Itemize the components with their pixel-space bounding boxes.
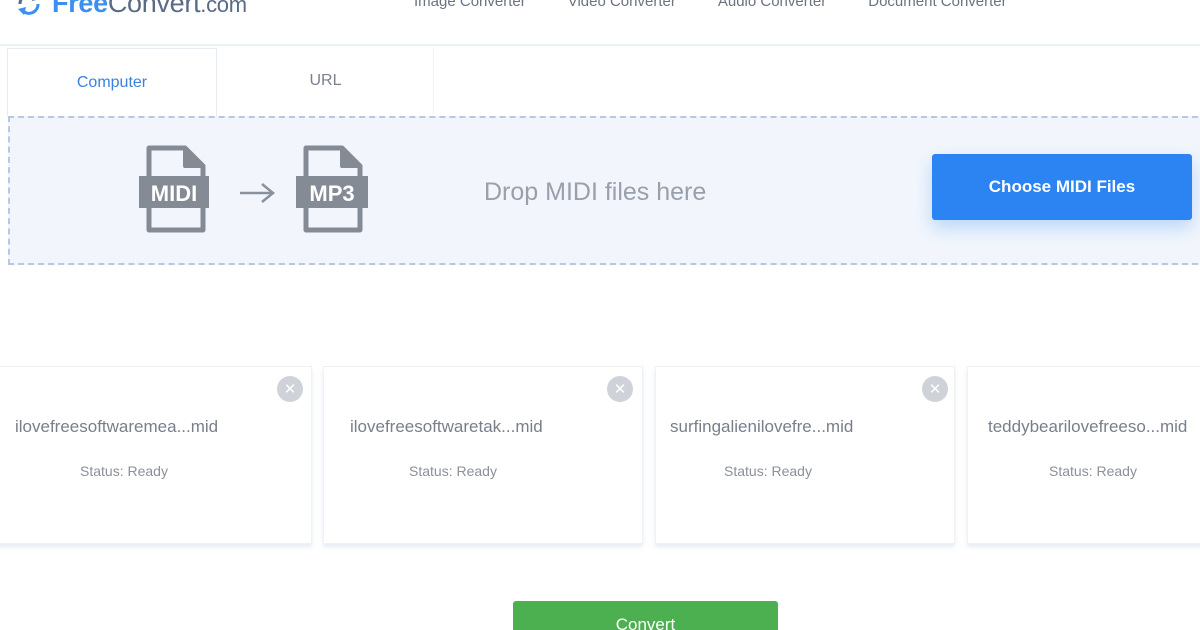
- convert-cycle-icon: [18, 0, 40, 15]
- mp3-file-icon: MP3: [296, 145, 368, 233]
- file-name: ilovefreesoftwaremea...mid: [15, 417, 219, 436]
- file-card: ilovefreesoftwaretak...mid Status: Ready…: [323, 366, 643, 544]
- tab-computer[interactable]: Computer: [7, 48, 217, 116]
- file-name: surfingalienilovefre...mid: [670, 417, 854, 436]
- choose-files-button[interactable]: Choose MIDI Files: [932, 154, 1192, 220]
- remove-file-icon[interactable]: ✕: [607, 376, 633, 402]
- header: FreeConvert.com Image Converter Video Co…: [0, 0, 1200, 46]
- main-nav: Image Converter Video Converter Audio Co…: [414, 0, 1049, 10]
- logo[interactable]: FreeConvert.com: [14, 0, 247, 19]
- file-name: ilovefreesoftwaretak...mid: [350, 417, 543, 436]
- file-status: Status: Ready: [1049, 463, 1137, 479]
- drop-hint-text: Drop MIDI files here: [484, 178, 707, 206]
- nav-document-converter[interactable]: Document Converter: [868, 0, 1006, 10]
- nav-image-converter[interactable]: Image Converter: [414, 0, 526, 10]
- midi-file-icon: MIDI: [139, 145, 209, 233]
- svg-text:MIDI: MIDI: [151, 181, 197, 206]
- file-status: Status: Ready: [409, 463, 497, 479]
- arrow-right-icon: [240, 183, 275, 203]
- tab-url[interactable]: URL: [218, 48, 434, 114]
- file-card: surfingalienilovefre...mid Status: Ready…: [655, 366, 955, 544]
- file-name: teddybearilovefreeso...mid: [988, 417, 1188, 436]
- logo-text: FreeConvert.com: [52, 0, 247, 18]
- file-drop-zone[interactable]: MIDI MP3 Drop MIDI files here Choose MID…: [8, 116, 1200, 265]
- svg-text:MP3: MP3: [309, 181, 354, 206]
- file-card: teddybearilovefreeso...mid Status: Ready: [967, 366, 1200, 544]
- nav-audio-converter[interactable]: Audio Converter: [718, 0, 826, 10]
- file-status: Status: Ready: [724, 463, 812, 479]
- remove-file-icon[interactable]: ✕: [277, 376, 303, 402]
- convert-button[interactable]: Convert: [513, 601, 778, 630]
- file-card: ilovefreesoftwaremea...mid Status: Ready…: [0, 366, 312, 544]
- remove-file-icon[interactable]: ✕: [922, 376, 948, 402]
- file-status: Status: Ready: [80, 463, 168, 479]
- nav-video-converter[interactable]: Video Converter: [568, 0, 676, 10]
- file-list: ilovefreesoftwaremea...mid Status: Ready…: [0, 366, 1200, 548]
